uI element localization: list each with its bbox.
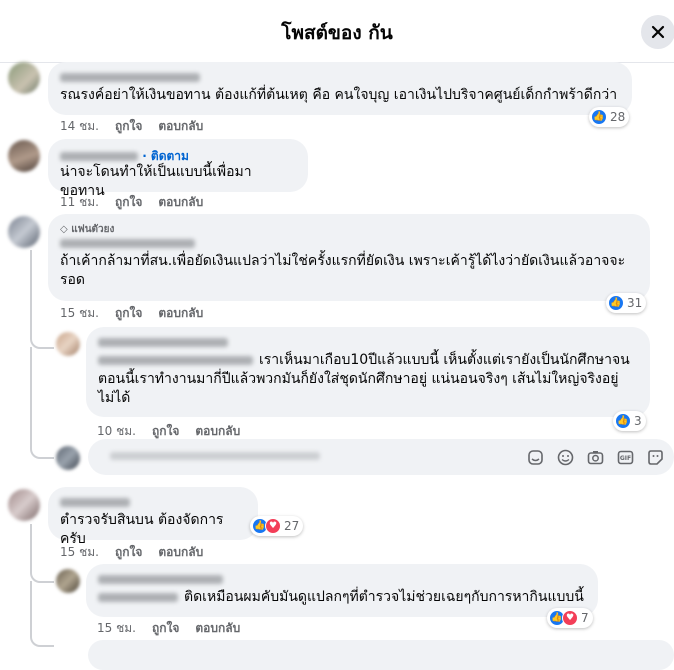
reply-button[interactable]: ตอบกลับ bbox=[158, 119, 203, 133]
comment-bubble: ติดเหมือนผมคับมันดูแปลกๆที่ตำรวจไม่ช่วยเ… bbox=[86, 564, 598, 617]
reply-button[interactable]: ตอบกลับ bbox=[195, 621, 240, 635]
like-button[interactable]: ถูกใจ bbox=[115, 306, 142, 320]
like-button[interactable]: ถูกใจ bbox=[115, 545, 142, 559]
comment-text: เราเห็นมาเกือบ10ปีแล้วแบบนี้ เห็นตั้งแต่… bbox=[98, 352, 630, 406]
comment-time[interactable]: 15 ชม. bbox=[60, 306, 99, 320]
close-button[interactable] bbox=[641, 15, 674, 49]
comment-actions: 15 ชม. ถูกใจ ตอบกลับ bbox=[60, 543, 219, 562]
comment-text: ติดเหมือนผมคับมันดูแปลกๆที่ตำรวจไม่ช่วยเ… bbox=[98, 588, 586, 607]
reaction-count[interactable]: 👍 31 bbox=[606, 293, 647, 313]
avatar[interactable] bbox=[8, 216, 40, 248]
comment-time[interactable]: 15 ชม. bbox=[97, 621, 136, 635]
like-reaction-icon: 👍 bbox=[615, 413, 631, 429]
comment-author[interactable]: · ติดตาม bbox=[60, 147, 296, 163]
comment-actions: 11 ชม. ถูกใจ ตอบกลับ bbox=[60, 193, 219, 212]
like-button[interactable]: ถูกใจ bbox=[152, 621, 179, 635]
comment-text: รณรงค์อย่าให้เงินขอทาน ต้องแก้ที่ต้นเหตุ… bbox=[60, 87, 618, 103]
page-title: โพสต์ของ กัน bbox=[281, 22, 393, 44]
comment-time[interactable]: 11 ชม. bbox=[60, 195, 99, 209]
emoji-icon[interactable] bbox=[556, 448, 574, 466]
comment-bubble: รณรงค์อย่าให้เงินขอทาน ต้องแก้ที่ต้นเหตุ… bbox=[48, 62, 632, 115]
reaction-count[interactable]: 👍 ♥ 7 bbox=[547, 608, 593, 628]
comment-bubble: · ติดตาม น่าจะโดนทำให้เป็นแบบนี้เพื่อมาข… bbox=[48, 139, 308, 199]
input-toolbar: GIF bbox=[526, 448, 664, 466]
reaction-count[interactable]: 👍 3 bbox=[613, 411, 646, 431]
reply-button[interactable]: ตอบกลับ bbox=[158, 545, 203, 559]
reply-thread-line bbox=[30, 524, 54, 583]
reply-button[interactable]: ตอบกลับ bbox=[158, 306, 203, 320]
like-reaction-icon: 👍 bbox=[608, 295, 624, 311]
reply-thread-line bbox=[30, 581, 54, 647]
like-button[interactable]: ถูกใจ bbox=[152, 424, 179, 438]
comment-actions: 15 ชม. ถูกใจ ตอบกลับ bbox=[60, 304, 219, 323]
like-button[interactable]: ถูกใจ bbox=[115, 195, 142, 209]
comment-time[interactable]: 15 ชม. bbox=[60, 545, 99, 559]
comment-author[interactable] bbox=[60, 236, 638, 252]
comment-actions: 14 ชม. ถูกใจ ตอบกลับ bbox=[60, 117, 219, 136]
love-reaction-icon: ♥ bbox=[265, 518, 281, 534]
fan-badge: ◇ แฟนตัวยง bbox=[60, 224, 115, 235]
comment-time[interactable]: 10 ชม. bbox=[97, 424, 136, 438]
svg-text:GIF: GIF bbox=[619, 455, 630, 462]
love-reaction-icon: ♥ bbox=[562, 610, 578, 626]
comment-actions: 15 ชม. ถูกใจ ตอบกลับ bbox=[97, 619, 256, 638]
like-reaction-icon: 👍 bbox=[591, 109, 607, 125]
reply-thread-line bbox=[30, 250, 54, 349]
sticker-icon[interactable] bbox=[526, 448, 544, 466]
close-icon bbox=[651, 25, 665, 39]
reply-button[interactable]: ตอบกลับ bbox=[158, 195, 203, 209]
comment-bubble: ◇ แฟนตัวยง ถ้าเค้ากล้ามาที่สน.เพื่อยัดเง… bbox=[48, 214, 650, 301]
avatar[interactable] bbox=[56, 569, 80, 593]
comment-text: ถ้าเค้ากล้ามาที่สน.เพื่อยัดเงินแปลว่าไม่… bbox=[60, 253, 626, 288]
avatar[interactable] bbox=[8, 489, 40, 521]
avatar-sticker-icon[interactable] bbox=[646, 448, 664, 466]
reply-input[interactable]: GIF bbox=[88, 439, 674, 475]
comment-author[interactable] bbox=[60, 70, 620, 86]
gif-icon[interactable]: GIF bbox=[616, 448, 634, 466]
reply-thread-line bbox=[30, 347, 54, 459]
reply-button[interactable]: ตอบกลับ bbox=[195, 424, 240, 438]
avatar[interactable] bbox=[8, 62, 40, 94]
comment-time[interactable]: 14 ชม. bbox=[60, 119, 99, 133]
dialog-header: โพสต์ของ กัน bbox=[0, 0, 674, 63]
reaction-count[interactable]: 👍 28 bbox=[589, 107, 630, 127]
avatar[interactable] bbox=[56, 446, 80, 470]
like-button[interactable]: ถูกใจ bbox=[115, 119, 142, 133]
comment-bubble: ตำรวจรับสินบน ต้องจัดการครับ bbox=[48, 487, 258, 547]
avatar[interactable] bbox=[56, 332, 80, 356]
comment-author[interactable] bbox=[98, 335, 638, 351]
reaction-count[interactable]: 👍 ♥ 27 bbox=[250, 516, 304, 536]
comment-bubble: เราเห็นมาเกือบ10ปีแล้วแบบนี้ เห็นตั้งแต่… bbox=[86, 327, 650, 417]
comment-author[interactable] bbox=[60, 495, 246, 511]
comment-author[interactable] bbox=[98, 572, 586, 588]
follow-link[interactable]: · ติดตาม bbox=[142, 149, 189, 163]
avatar[interactable] bbox=[8, 140, 40, 172]
camera-icon[interactable] bbox=[586, 448, 604, 466]
diamond-icon: ◇ bbox=[60, 224, 68, 235]
